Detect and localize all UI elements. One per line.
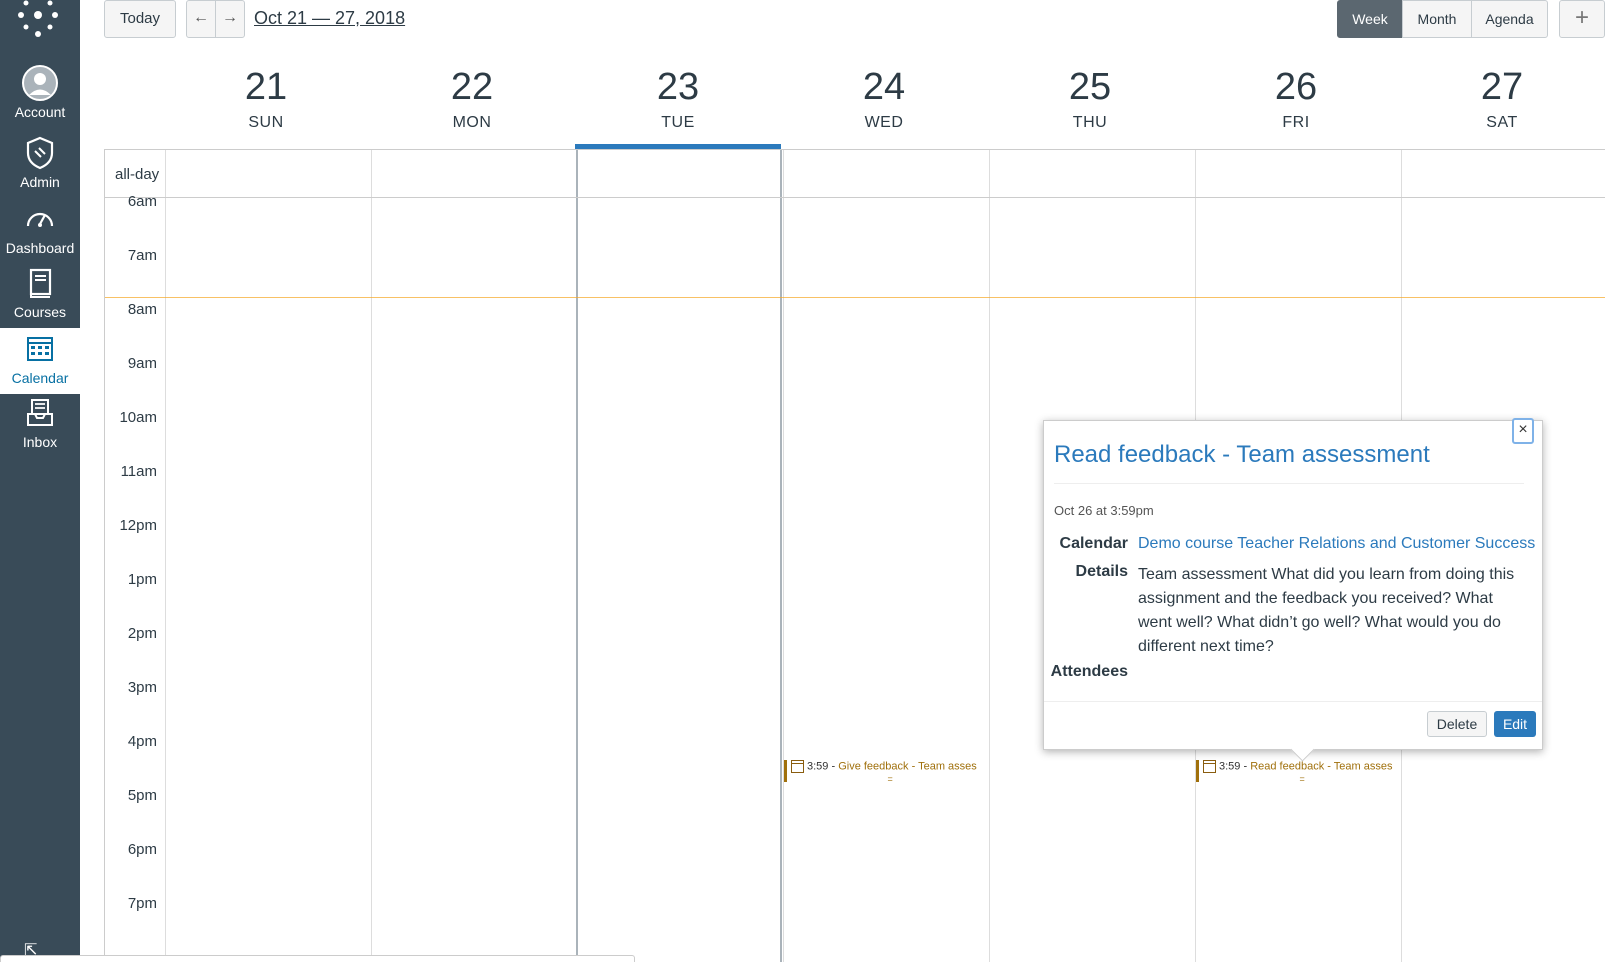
details-text: Team assessment What did you learn from … (1138, 566, 1515, 655)
hour-label: 10am (119, 409, 157, 426)
day-name: MON (452, 114, 492, 131)
hour-label: 8am (127, 301, 157, 318)
divider (1044, 701, 1542, 702)
hour-label: 6pm (127, 841, 157, 858)
nav-admin-label: Admin (20, 174, 60, 190)
tab-agenda[interactable]: Agenda (1471, 0, 1548, 38)
dashboard-icon (26, 212, 54, 227)
hour-label: 12pm (119, 517, 157, 534)
resize-handle[interactable]: = (888, 774, 893, 782)
event-title-link[interactable]: Read feedback - Team assessment (1054, 441, 1430, 469)
nav-account-label: Account (14, 104, 66, 120)
edit-button[interactable]: Edit (1494, 711, 1536, 737)
hour-label: 4pm (127, 733, 157, 750)
hour-label: 7am (127, 247, 157, 264)
day-header-fri[interactable]: 26 FRI (1193, 62, 1399, 132)
day-name: THU (1072, 114, 1108, 131)
column-divider (783, 150, 784, 962)
calendar-link[interactable]: Demo course Teacher Relations and Custom… (1138, 535, 1535, 553)
day-header-sun[interactable]: 21 SUN (163, 62, 369, 132)
event-title: Give feedback - Team asses (838, 760, 977, 773)
today-column (576, 150, 782, 962)
nav-admin[interactable]: Admin (0, 134, 80, 196)
hour-label: 11am (120, 463, 157, 480)
hour-label: 6am (127, 193, 157, 210)
day-header-sat[interactable]: 27 SAT (1399, 62, 1605, 132)
today-button[interactable]: Today (104, 0, 176, 38)
column-divider (371, 150, 372, 962)
plus-icon: + (1574, 4, 1589, 31)
status-bar (0, 955, 635, 962)
day-header-tue[interactable]: 23 TUE (575, 62, 781, 132)
allday-row[interactable]: all-day (105, 150, 1605, 198)
calendar-label: Calendar (1059, 535, 1128, 552)
calendar-icon (27, 337, 53, 361)
day-number: 25 (1068, 66, 1112, 108)
close-icon: × (1518, 421, 1528, 438)
event-read-feedback[interactable]: 3:59 - Read feedback - Team asses = (1196, 760, 1400, 782)
day-number: 23 (656, 66, 700, 108)
nav-calendar[interactable]: Calendar (0, 328, 80, 394)
hour-label: 7pm (127, 895, 157, 912)
hour-label: 9am (127, 355, 157, 372)
event-give-feedback[interactable]: 3:59 - Give feedback - Team asses = (784, 760, 988, 782)
day-number: 24 (862, 66, 906, 108)
delete-button[interactable]: Delete (1427, 711, 1487, 737)
current-time-line (105, 297, 1605, 298)
day-number: 21 (244, 66, 288, 108)
event-title: Read feedback - Team asses (1250, 760, 1393, 773)
day-number: 22 (450, 66, 494, 108)
day-name: SUN (248, 114, 284, 131)
hour-label: 2pm (127, 625, 157, 642)
assignment-calendar-icon (1203, 760, 1216, 773)
day-header-mon[interactable]: 22 MON (369, 62, 575, 132)
date-range-title[interactable]: Oct 21 — 27, 2018 (254, 8, 405, 29)
column-divider (165, 150, 166, 962)
nav-inbox-label: Inbox (22, 434, 58, 450)
next-week-button[interactable]: → (215, 0, 245, 38)
nav-courses-label: Courses (13, 304, 67, 320)
event-time: 3:59 - (807, 760, 836, 773)
nav-inbox[interactable]: Inbox (0, 394, 80, 456)
assignment-calendar-icon (791, 760, 804, 773)
add-event-button[interactable]: + (1559, 0, 1605, 38)
day-header-thu[interactable]: 25 THU (987, 62, 1193, 132)
book-icon (29, 268, 52, 298)
nav-courses[interactable]: Courses (0, 264, 80, 326)
column-divider (989, 150, 990, 962)
hour-label: 5pm (127, 787, 157, 804)
hour-label: 3pm (127, 679, 157, 696)
hour-label: 1pm (127, 571, 157, 588)
day-header-wed[interactable]: 24 WED (781, 62, 987, 132)
canvas-logo-icon[interactable] (16, 0, 60, 40)
event-popover: × Read feedback - Team assessment Oct 26… (1043, 418, 1543, 750)
details-label: Details (1075, 563, 1128, 580)
day-name: SAT (1486, 114, 1518, 131)
global-nav: Account Admin Dashboard Courses Calendar… (0, 0, 80, 962)
arrow-right-icon: → (222, 9, 238, 26)
nav-calendar-label: Calendar (11, 370, 69, 386)
event-time: 3:59 - (1219, 760, 1248, 773)
day-name: FRI (1282, 114, 1310, 131)
close-button[interactable]: × (1512, 418, 1534, 444)
nav-account[interactable]: Account (0, 64, 80, 126)
shield-icon (26, 136, 54, 170)
inbox-icon (27, 399, 53, 426)
day-number: 27 (1480, 66, 1524, 108)
divider (1054, 483, 1524, 484)
tab-week[interactable]: Week (1337, 0, 1403, 38)
tab-month[interactable]: Month (1402, 0, 1472, 38)
resize-handle[interactable]: = (1300, 774, 1305, 782)
allday-label: all-day (115, 166, 160, 183)
nav-dashboard-label: Dashboard (5, 240, 75, 256)
nav-dashboard[interactable]: Dashboard (0, 200, 80, 262)
avatar-icon (22, 65, 58, 101)
event-date: Oct 26 at 3:59pm (1054, 503, 1154, 518)
day-name: TUE (661, 114, 695, 131)
day-number: 26 (1274, 66, 1318, 108)
day-name: WED (864, 114, 904, 131)
prev-week-button[interactable]: ← (186, 0, 216, 38)
attendees-label: Attendees (1050, 663, 1128, 680)
arrow-left-icon: ← (193, 9, 209, 26)
